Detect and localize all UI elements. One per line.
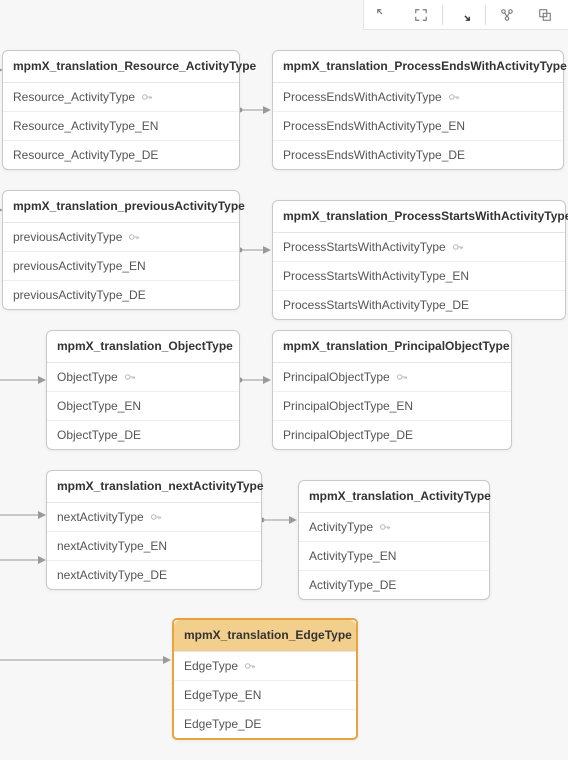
diagram-canvas[interactable]: mpmX_translation_Resource_ActivityType R… <box>0 0 568 760</box>
column-name: ProcessStartsWithActivityType_DE <box>283 298 469 312</box>
table-row[interactable]: Resource_ActivityType_EN <box>3 112 239 141</box>
table-title: mpmX_translation_EdgeType <box>174 620 356 652</box>
table-row[interactable]: ProcessStartsWithActivityType_DE <box>273 291 565 319</box>
table-row[interactable]: ProcessEndsWithActivityType <box>273 83 563 112</box>
table-activity-type[interactable]: mpmX_translation_ActivityType ActivityTy… <box>298 480 490 600</box>
table-row[interactable]: previousActivityType <box>3 223 239 252</box>
table-next-activity-type[interactable]: mpmX_translation_nextActivityType nextAc… <box>46 470 262 590</box>
column-name: Resource_ActivityType_DE <box>13 148 158 162</box>
column-name: ProcessEndsWithActivityType_DE <box>283 148 465 162</box>
column-name: EdgeType_DE <box>184 717 261 731</box>
column-name: ActivityType_EN <box>309 549 396 563</box>
key-icon <box>396 371 408 383</box>
table-row[interactable]: ProcessStartsWithActivityType <box>273 233 565 262</box>
toolbar-divider <box>442 5 443 25</box>
toolbar-divider <box>485 5 486 25</box>
key-icon <box>124 371 136 383</box>
table-row[interactable]: EdgeType_DE <box>174 710 356 738</box>
column-name: nextActivityType <box>57 510 144 524</box>
column-name: PrincipalObjectType_EN <box>283 399 413 413</box>
table-title: mpmX_translation_PrincipalObjectType <box>273 331 511 363</box>
column-name: ProcessEndsWithActivityType_EN <box>283 119 465 133</box>
column-name: nextActivityType_DE <box>57 568 167 582</box>
column-name: previousActivityType <box>13 230 122 244</box>
table-previous-activity-type[interactable]: mpmX_translation_previousActivityType pr… <box>2 190 240 310</box>
table-row[interactable]: nextActivityType_DE <box>47 561 261 589</box>
table-row[interactable]: ObjectType_EN <box>47 392 239 421</box>
table-object-type[interactable]: mpmX_translation_ObjectType ObjectType O… <box>46 330 240 450</box>
column-name: ObjectType <box>57 370 118 384</box>
table-row[interactable]: EdgeType <box>174 652 356 681</box>
table-row[interactable]: previousActivityType_EN <box>3 252 239 281</box>
table-title: mpmX_translation_Resource_ActivityType <box>3 51 239 83</box>
full-extent-button[interactable] <box>364 0 402 30</box>
table-title: mpmX_translation_ObjectType <box>47 331 239 363</box>
table-row[interactable]: ProcessEndsWithActivityType_EN <box>273 112 563 141</box>
column-name: EdgeType <box>184 659 238 673</box>
key-icon <box>244 660 256 672</box>
column-name: ProcessStartsWithActivityType <box>283 240 446 254</box>
collapse-button[interactable] <box>445 0 483 30</box>
column-name: ActivityType <box>309 520 373 534</box>
table-row[interactable]: nextActivityType <box>47 503 261 532</box>
table-title: mpmX_translation_nextActivityType <box>47 471 261 503</box>
column-name: ObjectType_DE <box>57 428 141 442</box>
table-process-ends-with-activity-type[interactable]: mpmX_translation_ProcessEndsWithActivity… <box>272 50 564 170</box>
column-name: PrincipalObjectType <box>283 370 390 384</box>
column-name: previousActivityType_EN <box>13 259 146 273</box>
table-edge-type[interactable]: mpmX_translation_EdgeType EdgeType EdgeT… <box>172 618 358 740</box>
column-name: ActivityType_DE <box>309 578 396 592</box>
key-icon <box>452 241 464 253</box>
table-resource-activity-type[interactable]: mpmX_translation_Resource_ActivityType R… <box>2 50 240 170</box>
table-process-starts-with-activity-type[interactable]: mpmX_translation_ProcessStartsWithActivi… <box>272 200 566 320</box>
table-row[interactable]: ActivityType_EN <box>299 542 489 571</box>
column-name: ObjectType_EN <box>57 399 141 413</box>
table-row[interactable]: EdgeType_EN <box>174 681 356 710</box>
key-icon <box>128 231 140 243</box>
table-row[interactable]: ObjectType <box>47 363 239 392</box>
table-row[interactable]: nextActivityType_EN <box>47 532 261 561</box>
column-name: nextActivityType_EN <box>57 539 167 553</box>
restore-layout-button[interactable] <box>526 0 564 30</box>
layout-button[interactable] <box>488 0 526 30</box>
table-row[interactable]: previousActivityType_DE <box>3 281 239 309</box>
table-row[interactable]: ProcessEndsWithActivityType_DE <box>273 141 563 169</box>
table-row[interactable]: PrincipalObjectType_DE <box>273 421 511 449</box>
column-name: previousActivityType_DE <box>13 288 146 302</box>
column-name: EdgeType_EN <box>184 688 261 702</box>
table-row[interactable]: PrincipalObjectType <box>273 363 511 392</box>
column-name: Resource_ActivityType_EN <box>13 119 158 133</box>
canvas-toolbar <box>363 0 568 30</box>
column-name: ProcessStartsWithActivityType_EN <box>283 269 469 283</box>
table-row[interactable]: PrincipalObjectType_EN <box>273 392 511 421</box>
table-title: mpmX_translation_previousActivityType <box>3 191 239 223</box>
table-title: mpmX_translation_ActivityType <box>299 481 489 513</box>
column-name: Resource_ActivityType <box>13 90 135 104</box>
table-row[interactable]: ActivityType_DE <box>299 571 489 599</box>
key-icon <box>448 91 460 103</box>
table-row[interactable]: ProcessStartsWithActivityType_EN <box>273 262 565 291</box>
column-name: ProcessEndsWithActivityType <box>283 90 442 104</box>
table-row[interactable]: Resource_ActivityType_DE <box>3 141 239 169</box>
table-title: mpmX_translation_ProcessEndsWithActivity… <box>273 51 563 83</box>
fit-to-screen-button[interactable] <box>402 0 440 30</box>
column-name: PrincipalObjectType_DE <box>283 428 413 442</box>
table-principal-object-type[interactable]: mpmX_translation_PrincipalObjectType Pri… <box>272 330 512 450</box>
table-title: mpmX_translation_ProcessStartsWithActivi… <box>273 201 565 233</box>
key-icon <box>379 521 391 533</box>
table-row[interactable]: ObjectType_DE <box>47 421 239 449</box>
table-row[interactable]: Resource_ActivityType <box>3 83 239 112</box>
table-row[interactable]: ActivityType <box>299 513 489 542</box>
key-icon <box>141 91 153 103</box>
key-icon <box>150 511 162 523</box>
